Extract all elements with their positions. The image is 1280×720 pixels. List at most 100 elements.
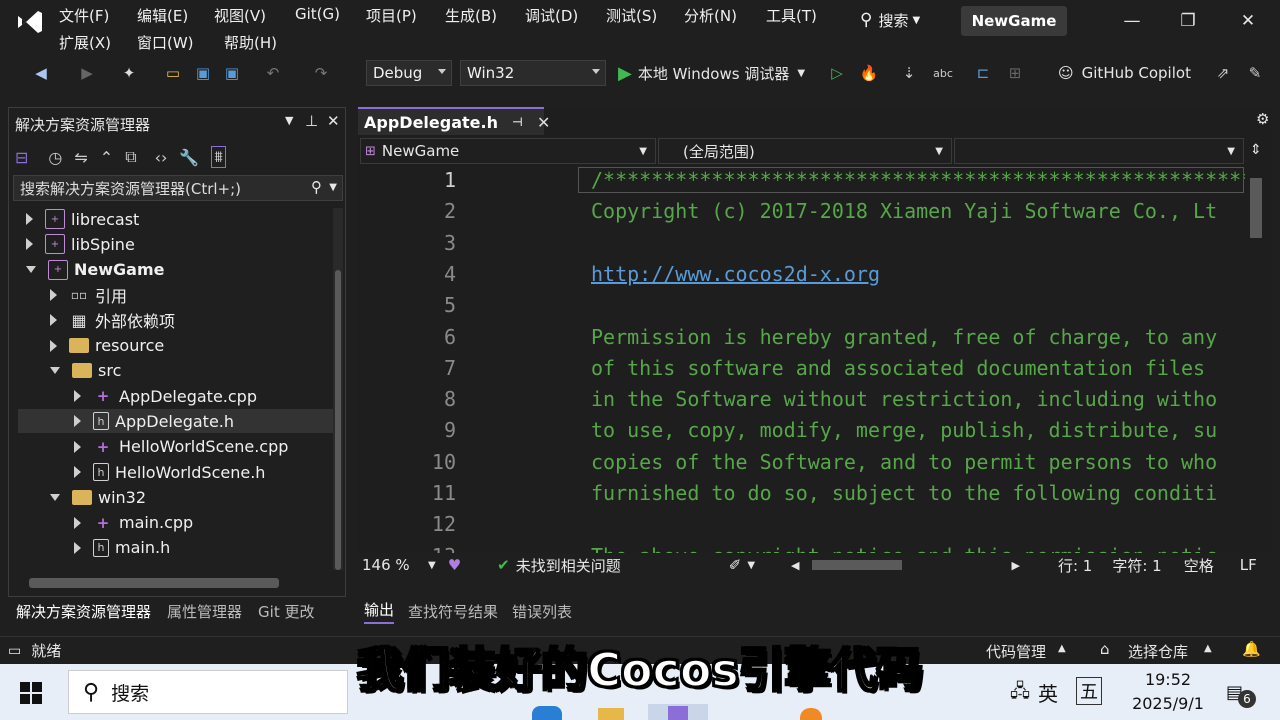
spellcheck-icon[interactable]: abc bbox=[932, 62, 954, 84]
menu-build[interactable]: 生成(B) bbox=[445, 5, 497, 26]
expand-arrow-icon[interactable] bbox=[74, 541, 81, 554]
char-indicator[interactable]: 字符: 1 bbox=[1112, 555, 1161, 576]
menu-file[interactable]: 文件(F) bbox=[59, 5, 109, 26]
code-link[interactable]: http://www.cocos2d-x.org bbox=[591, 262, 880, 286]
menu-git[interactable]: Git(G) bbox=[295, 5, 340, 23]
tab-output[interactable]: 输出 bbox=[364, 599, 395, 624]
clock-time[interactable]: 19:52 bbox=[1138, 670, 1198, 689]
close-icon[interactable]: ✕ bbox=[1228, 8, 1268, 34]
scroll-right-icon[interactable]: ▶ bbox=[1012, 559, 1020, 572]
github-copilot-button[interactable]: ☺ GitHub Copilot bbox=[1058, 60, 1191, 86]
solution-search-box[interactable]: 搜索解决方案资源管理器(Ctrl+;) ⚲ ▼ bbox=[13, 175, 343, 201]
share-icon[interactable]: ⇗ bbox=[1212, 62, 1234, 84]
windows-start-icon[interactable] bbox=[20, 682, 42, 704]
preview-icon[interactable]: ⩩ bbox=[211, 146, 226, 168]
minimize-icon[interactable]: — bbox=[1112, 8, 1152, 34]
bookmark-icon[interactable]: ⊏ bbox=[972, 62, 994, 84]
menu-window[interactable]: 窗口(W) bbox=[137, 32, 194, 53]
tab-property-manager[interactable]: 属性管理器 bbox=[167, 601, 242, 622]
edge-app-icon[interactable] bbox=[532, 706, 562, 720]
show-all-files-icon[interactable]: ⧉ bbox=[125, 147, 136, 167]
menu-extensions[interactable]: 扩展(X) bbox=[59, 32, 111, 53]
undo-icon[interactable]: ↶ bbox=[262, 62, 284, 84]
horizontal-scrollbar[interactable] bbox=[29, 578, 279, 588]
notification-bell-icon[interactable]: 🔔 bbox=[1242, 640, 1261, 658]
menu-project[interactable]: 项目(P) bbox=[366, 5, 417, 26]
navigate-back-icon[interactable]: ◀ bbox=[30, 62, 52, 84]
line-indicator[interactable]: 行: 1 bbox=[1058, 555, 1092, 576]
issues-status[interactable]: 未找到相关问题 bbox=[516, 555, 621, 576]
tab-git-changes[interactable]: Git 更改 bbox=[258, 601, 314, 622]
vertical-scrollbar[interactable] bbox=[333, 208, 343, 570]
expand-arrow-icon[interactable] bbox=[50, 339, 57, 352]
brush-icon[interactable]: ✐ bbox=[729, 556, 742, 574]
tree-item[interactable]: + libSpine bbox=[18, 232, 334, 256]
project-nav-dropdown[interactable]: ⊞ NewGame ▼ bbox=[360, 138, 656, 164]
split-editor-icon[interactable]: ⇕ bbox=[1250, 142, 1262, 158]
whitespace-indicator[interactable]: 空格 bbox=[1184, 555, 1214, 576]
tab-pin-icon[interactable]: ⊣ bbox=[512, 115, 523, 129]
code-icon[interactable]: ‹› bbox=[155, 148, 168, 167]
tree-item[interactable]: + NewGame bbox=[18, 258, 334, 282]
tree-item[interactable]: ▫▫ 引用 bbox=[18, 283, 334, 307]
ime-mode-indicator[interactable]: 五 bbox=[1076, 677, 1102, 705]
expand-arrow-icon[interactable] bbox=[26, 213, 33, 225]
collapse-arrow-icon[interactable] bbox=[26, 266, 36, 274]
expand-arrow-icon[interactable] bbox=[74, 415, 81, 428]
menu-help[interactable]: 帮助(H) bbox=[224, 32, 277, 53]
ime-indicator[interactable]: 英 bbox=[1038, 678, 1058, 707]
menu-debug[interactable]: 调试(D) bbox=[525, 5, 578, 26]
platform-dropdown[interactable]: Win32 bbox=[460, 60, 606, 86]
open-folder-icon[interactable]: ▭ bbox=[162, 62, 184, 84]
tree-item[interactable]: src bbox=[18, 359, 334, 383]
network-icon[interactable]: 🖧 bbox=[1010, 679, 1030, 709]
redo-icon[interactable]: ↷ bbox=[310, 62, 332, 84]
member-nav-dropdown[interactable]: ▼ bbox=[954, 138, 1244, 164]
sync-icon[interactable]: ⇋ bbox=[74, 148, 87, 167]
source-control-button[interactable]: 代码管理 bbox=[986, 641, 1046, 662]
tab-error-list[interactable]: 错误列表 bbox=[512, 601, 572, 622]
tab-find-symbol-results[interactable]: 查找符号结果 bbox=[408, 601, 498, 622]
clock-date[interactable]: 2025/9/1 bbox=[1126, 694, 1210, 713]
tree-item[interactable]: h main.h bbox=[18, 536, 334, 560]
file-explorer-app-icon[interactable] bbox=[598, 708, 624, 720]
select-repo-button[interactable]: 选择仓库 bbox=[1128, 641, 1188, 662]
expand-arrow-icon[interactable] bbox=[74, 440, 81, 453]
browser-app-icon[interactable] bbox=[800, 708, 822, 720]
visual-studio-taskbar-button[interactable] bbox=[648, 704, 708, 720]
save-icon[interactable]: ▣ bbox=[192, 62, 214, 84]
tree-item[interactable]: h AppDelegate.h bbox=[18, 409, 334, 434]
copilot-status-icon[interactable]: ♥ bbox=[448, 556, 461, 574]
menu-test[interactable]: 测试(S) bbox=[606, 5, 657, 26]
tab-close-icon[interactable]: ✕ bbox=[537, 113, 550, 132]
eol-indicator[interactable]: LF bbox=[1240, 556, 1257, 574]
start-without-debugging-icon[interactable]: ▷ bbox=[826, 62, 848, 84]
expand-arrow-icon[interactable] bbox=[74, 516, 81, 529]
switch-views-icon[interactable]: ⊟ bbox=[15, 148, 28, 167]
menu-view[interactable]: 视图(V) bbox=[214, 5, 266, 26]
tree-item[interactable]: + AppDelegate.cpp bbox=[18, 384, 334, 408]
hot-reload-icon[interactable]: 🔥 bbox=[858, 62, 880, 84]
new-project-icon[interactable]: ✦ bbox=[118, 62, 140, 84]
panel-options-icon[interactable]: ▼ bbox=[285, 114, 293, 127]
tab-solution-explorer[interactable]: 解决方案资源管理器 bbox=[16, 601, 151, 622]
tree-item[interactable]: + librecast bbox=[18, 207, 334, 231]
menu-tools[interactable]: 工具(T) bbox=[766, 5, 817, 26]
tree-item[interactable]: ▦ 外部依赖项 bbox=[18, 308, 334, 332]
global-search[interactable]: ⚲ 搜索 ▼ bbox=[860, 8, 940, 32]
comment-icon[interactable]: ⊞ bbox=[1004, 62, 1026, 84]
menu-analyze[interactable]: 分析(N) bbox=[684, 5, 737, 26]
restore-icon[interactable]: ❐ bbox=[1168, 8, 1208, 34]
step-icon[interactable]: ⇣ bbox=[898, 62, 920, 84]
editor-settings-icon[interactable]: ⚙ bbox=[1256, 110, 1269, 128]
tree-item[interactable]: resource bbox=[18, 334, 334, 358]
expand-arrow-icon[interactable] bbox=[74, 390, 81, 403]
menu-edit[interactable]: 编辑(E) bbox=[137, 5, 188, 26]
tree-item[interactable]: h HelloWorldScene.h bbox=[18, 460, 334, 484]
editor-vertical-scrollbar[interactable] bbox=[1246, 168, 1266, 548]
tree-item[interactable]: win32 bbox=[18, 485, 334, 509]
start-debugging-button[interactable]: ▶ 本地 Windows 调试器 ▼ bbox=[618, 60, 805, 86]
expand-arrow-icon[interactable] bbox=[74, 466, 81, 478]
navigate-forward-icon[interactable]: ▶ bbox=[76, 62, 98, 84]
scroll-left-icon[interactable]: ◀ bbox=[791, 559, 799, 572]
